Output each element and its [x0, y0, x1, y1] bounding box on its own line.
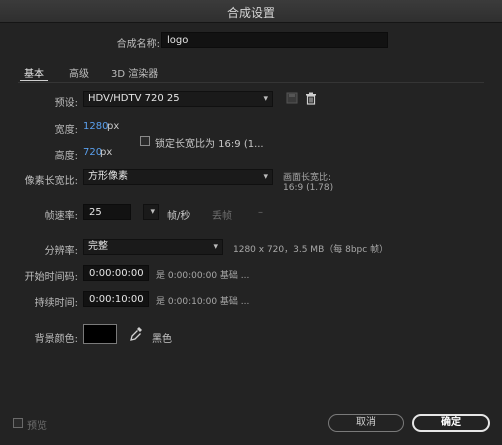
save-preset-icon[interactable]: [286, 92, 298, 104]
tab-basic[interactable]: 基本: [24, 65, 44, 80]
frame-rate-unit: 帧/秒: [167, 211, 191, 222]
start-timecode-info: 是 0:00:00:00 基础 ...: [156, 271, 250, 281]
eyedropper-icon[interactable]: [129, 326, 143, 342]
tab-advanced[interactable]: 高级: [69, 65, 89, 80]
duration-label: 持续时间:: [34, 298, 78, 309]
frame-rate-input[interactable]: 25: [83, 204, 131, 220]
height-label: 高度:: [54, 151, 78, 162]
cancel-button[interactable]: 取消: [328, 414, 404, 432]
width-label: 宽度:: [54, 125, 78, 136]
pixel-aspect-label: 像素长宽比:: [24, 176, 78, 187]
start-timecode-input[interactable]: 0:00:00:00: [83, 265, 149, 281]
preset-select[interactable]: HDV/HDTV 720 25 ▾: [83, 91, 273, 107]
preset-value: HDV/HDTV 720 25: [88, 93, 180, 104]
pixel-aspect-value: 方形像素: [88, 171, 128, 182]
preset-label: 预设:: [54, 98, 78, 109]
height-unit: px: [100, 147, 113, 158]
frame-aspect-label: 画面长宽比:: [283, 173, 332, 183]
chevron-down-icon: ▾: [263, 94, 268, 104]
bg-color-swatch[interactable]: [83, 324, 117, 344]
start-timecode-label: 开始时间码:: [24, 272, 78, 283]
preview-checkbox[interactable]: [13, 418, 23, 428]
bg-color-label: 背景颜色:: [34, 334, 78, 345]
pixel-aspect-select[interactable]: 方形像素 ▾: [83, 169, 273, 185]
drop-frame-label: 丢帧: [212, 211, 232, 222]
chevron-down-icon: ▾: [150, 207, 155, 217]
chevron-down-icon: ▾: [263, 172, 268, 182]
preview-label: 预览: [27, 421, 47, 432]
trash-icon[interactable]: [305, 92, 317, 105]
window-title: 合成设置: [226, 6, 275, 20]
chevron-down-icon: ▾: [213, 242, 218, 252]
comp-name-label: 合成名称:: [116, 39, 160, 50]
resolution-select[interactable]: 完整 ▾: [83, 239, 223, 255]
comp-name-input[interactable]: logo: [161, 32, 388, 48]
resolution-label: 分辨率:: [44, 246, 78, 257]
lock-aspect-checkbox[interactable]: [140, 136, 150, 146]
bg-color-name: 黑色: [152, 334, 172, 345]
lock-aspect-label: 锁定长宽比为 16:9 (1...: [155, 139, 264, 150]
tab-basic-underline: [20, 80, 48, 81]
frame-rate-dropdown[interactable]: ▾: [143, 204, 159, 220]
frame-aspect-value: 16:9 (1.78): [283, 183, 334, 193]
drop-frame-chevron: –: [258, 207, 263, 218]
width-value[interactable]: 1280: [83, 121, 108, 132]
ok-button[interactable]: 确定: [412, 414, 490, 432]
frame-rate-label: 帧速率:: [44, 211, 78, 222]
tab-3d-renderer[interactable]: 3D 渲染器: [111, 65, 158, 80]
width-unit: px: [107, 121, 120, 132]
duration-input[interactable]: 0:00:10:00: [83, 291, 149, 307]
tab-divider: [18, 82, 484, 83]
resolution-info: 1280 x 720，3.5 MB（每 8bpc 帧）: [233, 245, 389, 255]
duration-info: 是 0:00:10:00 基础 ...: [156, 297, 250, 307]
resolution-value: 完整: [88, 241, 108, 252]
